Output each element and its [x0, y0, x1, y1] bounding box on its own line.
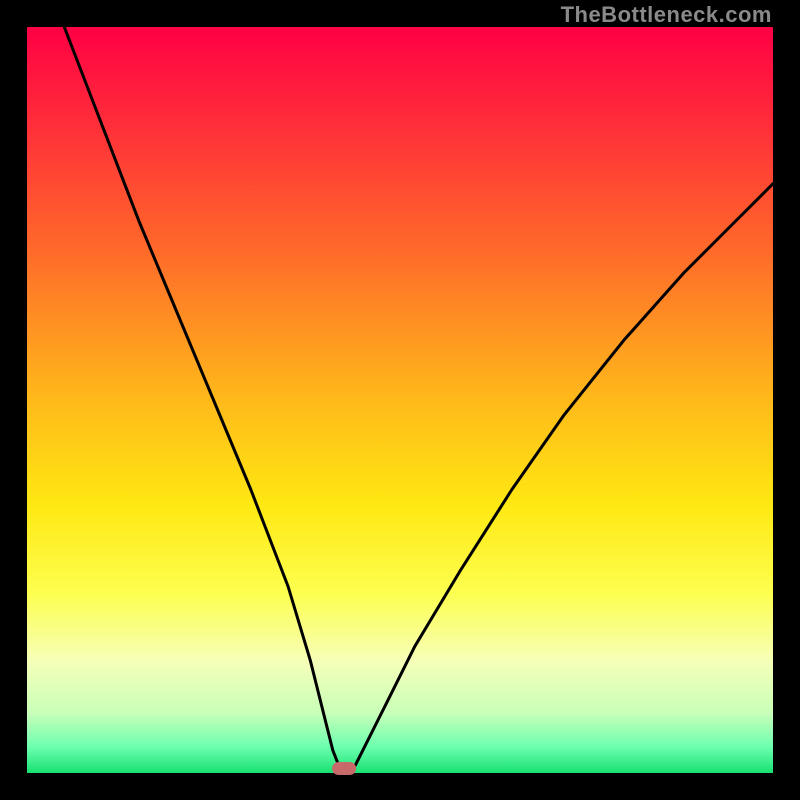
bottleneck-chart — [0, 0, 800, 800]
chart-frame: TheBottleneck.com — [0, 0, 800, 800]
optimal-marker — [332, 762, 356, 775]
gradient-background — [27, 27, 773, 773]
